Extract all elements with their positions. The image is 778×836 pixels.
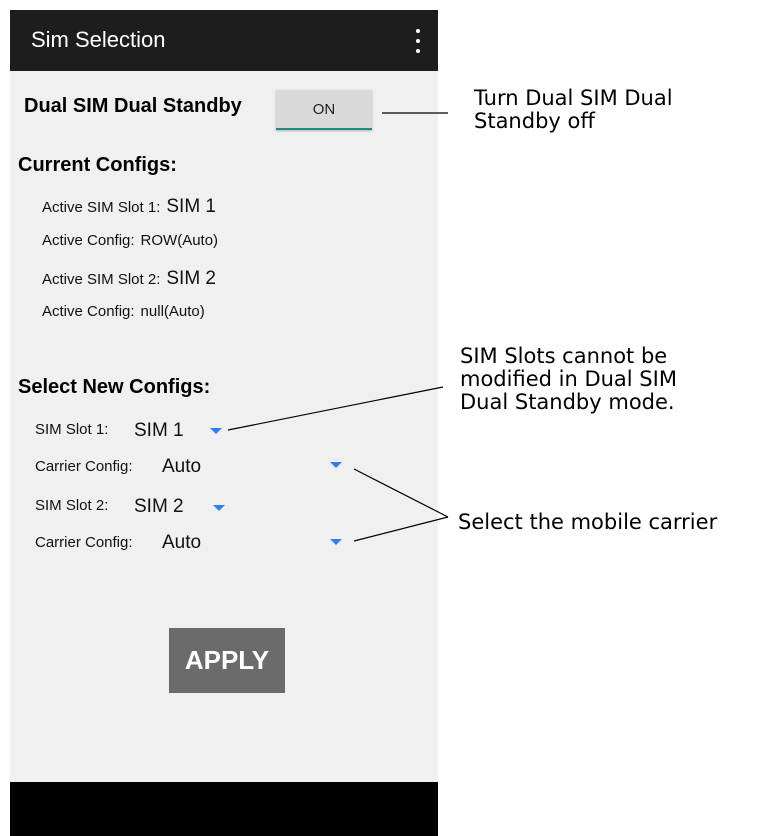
slots-callout-line3: Dual Standby mode. [460, 390, 675, 414]
slots-callout: SIM Slots cannot be modified in Dual SIM… [460, 345, 677, 414]
slots-callout-line [227, 386, 444, 431]
carrier-callout: Select the mobile carrier [458, 510, 718, 534]
carrier1-callout-line [353, 468, 449, 518]
dsds-callout: Turn Dual SIM Dual Standby off [474, 87, 673, 133]
dsds-callout-line1: Turn Dual SIM Dual [474, 86, 673, 110]
slots-callout-line1: SIM Slots cannot be [460, 344, 668, 368]
dsds-callout-line2: Standby off [474, 109, 595, 133]
slots-callout-line2: modified in Dual SIM [460, 367, 677, 391]
carrier2-callout-line [353, 516, 449, 542]
